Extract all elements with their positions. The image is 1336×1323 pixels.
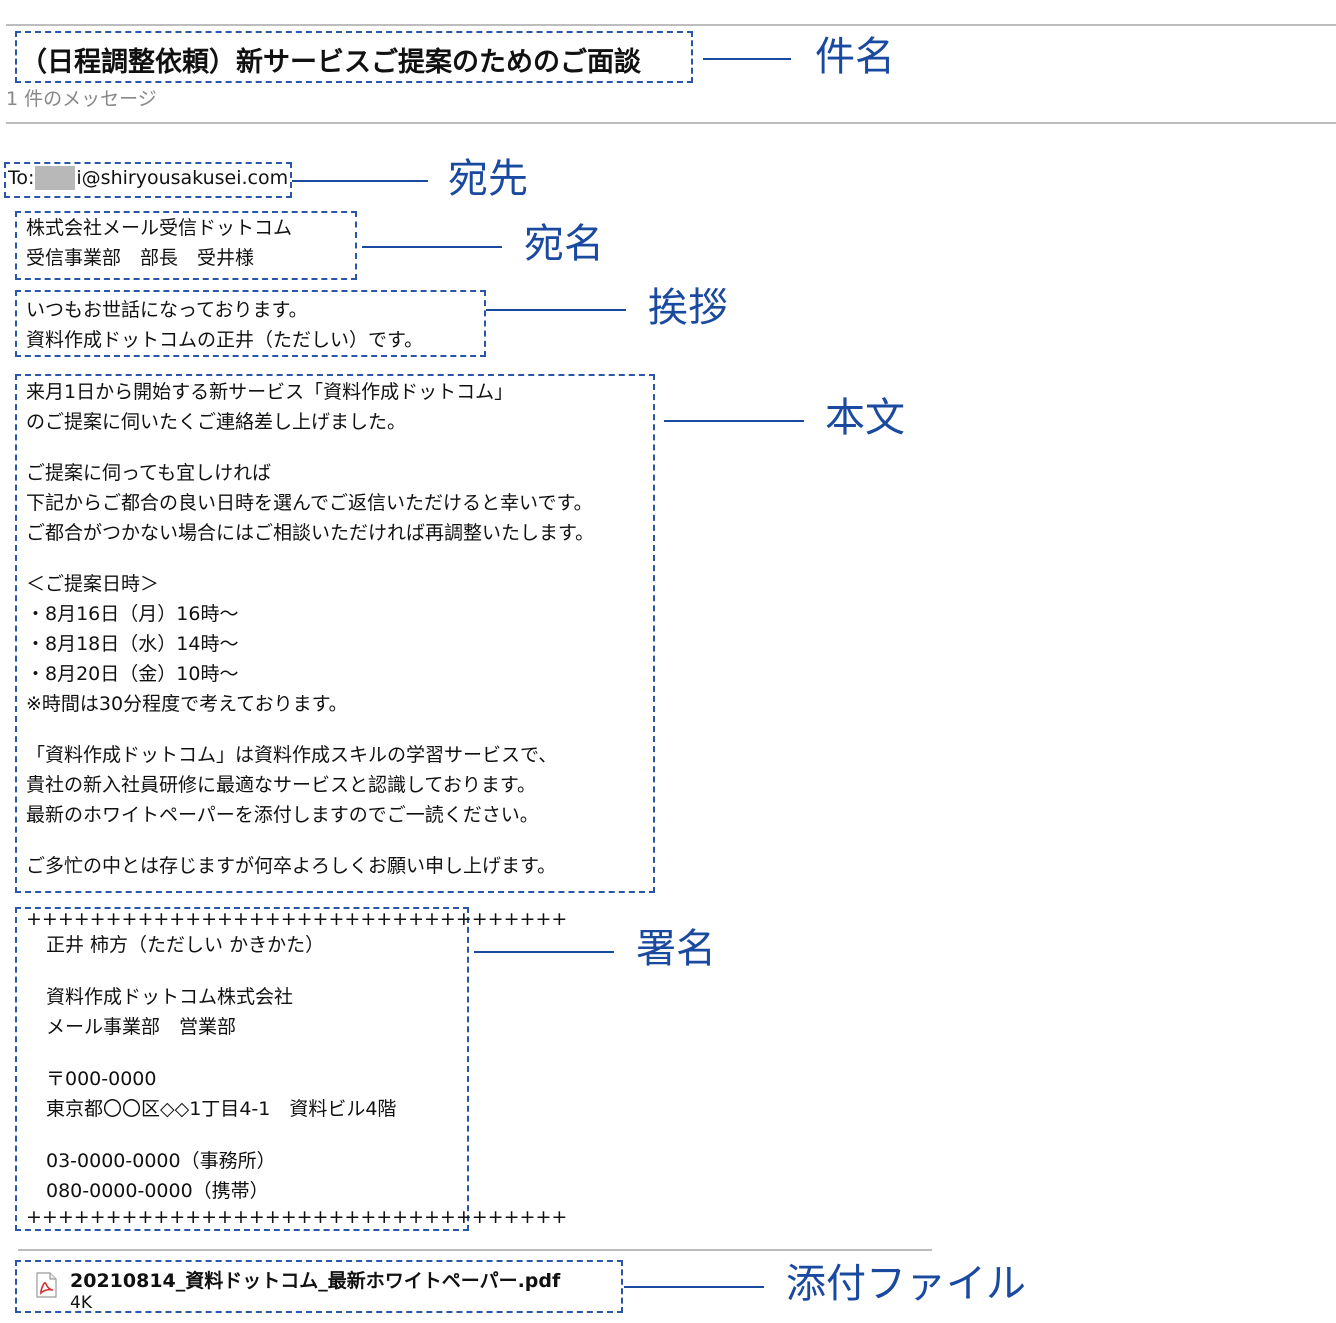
greeting-line: いつもお世話になっております。 (26, 299, 308, 321)
body-line: 来月1日から開始する新サービス「資料作成ドットコム」 (26, 381, 514, 403)
signature-annotation: 署名 (636, 926, 716, 972)
to-connector (292, 180, 428, 182)
email-subject: （日程調整依頼）新サービスご提案のためのご面談 (20, 47, 641, 78)
attachment-annotation: 添付ファイル (786, 1261, 1026, 1307)
recipient-line: To: i@shiryousakusei.com (8, 166, 288, 190)
header-divider (6, 122, 1336, 124)
body-line: ・8月18日（水）14時〜 (26, 633, 239, 655)
redacted-block (35, 166, 76, 190)
top-divider (6, 24, 1336, 26)
body-line: 貴社の新入社員研修に最適なサービスと認識しております。 (26, 774, 536, 796)
body-line: ご提案に伺っても宜しければ (26, 462, 272, 484)
signature-name: 正井 柿方（ただしい かきかた） (46, 934, 325, 956)
body-line: ・8月16日（月）16時〜 (26, 603, 239, 625)
greeting-connector (486, 309, 626, 311)
body-line: 「資料作成ドットコム」は資料作成スキルの学習サービスで、 (26, 744, 558, 766)
addressee-person: 受信事業部 部長 受井様 (26, 247, 255, 269)
body-line: ※時間は30分程度で考えております。 (26, 693, 348, 715)
to-annotation: 宛先 (448, 156, 528, 202)
greeting-line: 資料作成ドットコムの正井（ただしい）です。 (26, 329, 424, 351)
greeting-annotation: 挨拶 (648, 285, 728, 331)
signature-address: 東京都〇〇区◇◇1丁目4-1 資料ビル4階 (46, 1098, 397, 1120)
signature-border: ++++++++++++++++++++++++++++++++++ (26, 1206, 568, 1228)
signature-postal-code: 〒000-0000 (46, 1068, 157, 1090)
signature-connector (474, 951, 614, 953)
body-line: ご多忙の中とは存じますが何卒よろしくお願い申し上げます。 (26, 855, 557, 877)
attachment-filename[interactable]: 20210814_資料ドットコム_最新ホワイトペーパー.pdf (70, 1266, 560, 1293)
greeting-block: いつもお世話になっております。 資料作成ドットコムの正井（ただしい）です。 (26, 295, 423, 355)
body-block: 来月1日から開始する新サービス「資料作成ドットコム」 のご提案に伺いたくご連絡差… (26, 377, 594, 881)
body-line: ・8月20日（金）10時〜 (26, 663, 239, 685)
body-line: 下記からご都合の良い日時を選んでご返信いただけると幸いです。 (26, 492, 593, 514)
body-line: ご都合がつかない場合にはご相談いただければ再調整いたします。 (26, 522, 595, 544)
body-annotation: 本文 (825, 395, 905, 441)
body-connector (664, 420, 804, 422)
body-line: ＜ご提案日時＞ (26, 573, 160, 595)
attachment-divider (18, 1249, 932, 1251)
attachment-size: 4K (70, 1293, 92, 1313)
signature-department: メール事業部 営業部 (46, 1016, 237, 1038)
addressee-block: 株式会社メール受信ドットコム 受信事業部 部長 受井様 (26, 213, 292, 273)
to-label: To: (8, 167, 35, 189)
pdf-file-icon[interactable] (34, 1272, 58, 1298)
addressee-annotation: 宛名 (524, 221, 604, 267)
attachment-connector (624, 1286, 764, 1288)
subject-annotation: 件名 (815, 34, 895, 80)
addressee-connector (362, 246, 502, 248)
signature-block: ++++++++++++++++++++++++++++++++++ 正井 柿方… (26, 904, 567, 1232)
subject-connector (703, 58, 791, 60)
body-line: 最新のホワイトペーパーを添付しますのでご一読ください。 (26, 804, 539, 826)
signature-phone-office: 03-0000-0000（事務所） (46, 1150, 276, 1172)
addressee-company: 株式会社メール受信ドットコム (26, 217, 293, 239)
body-line: のご提案に伺いたくご連絡差し上げました。 (26, 411, 407, 433)
to-address[interactable]: i@shiryousakusei.com (76, 167, 288, 189)
signature-company: 資料作成ドットコム株式会社 (46, 986, 294, 1008)
message-count: 1 件のメッセージ (6, 88, 157, 110)
